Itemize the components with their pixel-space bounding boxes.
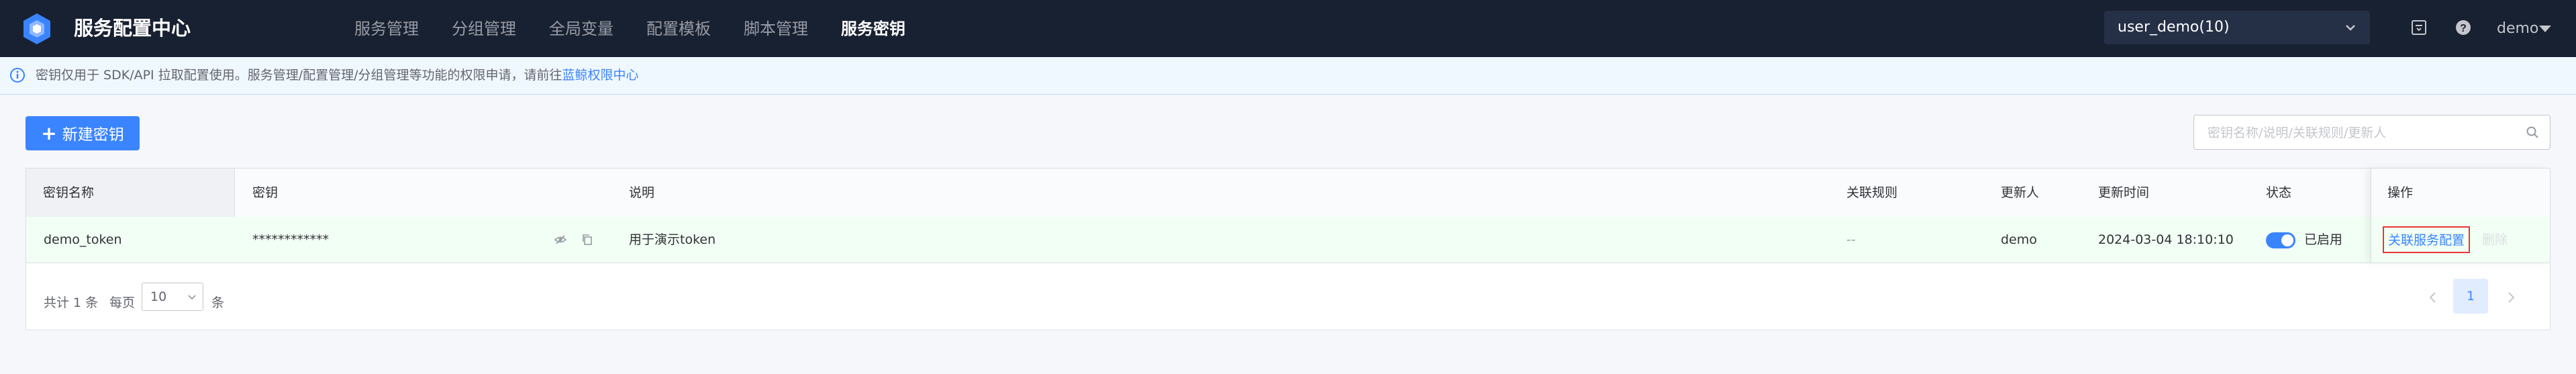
nav-item-service-keys[interactable]: 服务密钥 [841, 16, 905, 42]
column-header-rules: 关联规则 [1846, 185, 1898, 200]
actions-column: 操作 [2371, 169, 2550, 263]
column-header-status: 状态 [2266, 185, 2292, 200]
chevron-down-icon [188, 295, 196, 300]
business-select[interactable]: user_demo(10) [2104, 11, 2370, 44]
nav-item-script-management[interactable]: 脚本管理 [744, 16, 808, 42]
page-size-select[interactable]: 10 [142, 283, 203, 311]
search-icon[interactable] [2526, 126, 2539, 139]
top-navigation-bar: 服务配置中心 服务管理 分组管理 全局变量 配置模板 脚本管理 服务密钥 use… [0, 0, 2576, 57]
svg-text:?: ? [2460, 23, 2467, 34]
page-size-value: 10 [150, 289, 167, 304]
notice-bar: 密钥仅用于 SDK/API 拉取配置使用。服务管理/配置管理/分组管理等功能的权… [0, 57, 2576, 95]
column-header-actions: 操作 [2387, 185, 2414, 200]
updated-at-cell: 2024-03-04 18:10:10 [2098, 232, 2234, 247]
key-name-cell: demo_token [44, 232, 122, 247]
column-divider[interactable] [234, 169, 235, 217]
plus-icon: + [41, 122, 57, 144]
business-select-value: user_demo(10) [2118, 19, 2230, 36]
nav-item-service-management[interactable]: 服务管理 [354, 16, 419, 42]
copy-icon[interactable] [581, 233, 594, 246]
table-row: demo_token ************ 用于演示token -- dem… [26, 217, 2550, 263]
info-icon [10, 68, 25, 83]
updater-cell: demo [2001, 232, 2037, 247]
chevron-left-icon[interactable] [2425, 289, 2441, 306]
description-cell: 用于演示token [629, 232, 716, 247]
column-header-key: 密钥 [252, 185, 279, 200]
app-logo-icon [23, 13, 50, 44]
create-key-label: 新建密钥 [62, 126, 124, 144]
caret-down-icon[interactable] [2539, 26, 2551, 32]
column-header-description: 说明 [629, 185, 655, 200]
rule-cell: -- [1846, 232, 1856, 247]
status-label: 已启用 [2304, 232, 2343, 247]
status-toggle[interactable] [2266, 232, 2295, 248]
column-header-key-name: 密钥名称 [43, 185, 95, 200]
table-header: 密钥名称 密钥 说明 关联规则 更新人 更新时间 状态 [26, 169, 2550, 218]
column-header-updated-at: 更新时间 [2098, 185, 2150, 200]
nav-item-group-management[interactable]: 分组管理 [452, 16, 516, 42]
service-keys-table: 密钥名称 密钥 说明 关联规则 更新人 更新时间 状态 demo_token *… [26, 168, 2550, 330]
create-key-button[interactable]: + 新建密钥 [26, 116, 140, 150]
pager-unit-label: 条 [211, 295, 225, 310]
chevron-down-icon [2346, 25, 2355, 31]
chevron-right-icon[interactable] [2503, 289, 2519, 306]
help-icon[interactable]: ? [2455, 19, 2472, 36]
app-title: 服务配置中心 [74, 17, 191, 40]
eye-off-icon[interactable] [554, 233, 567, 246]
search-input[interactable] [2206, 122, 2518, 144]
pager-per-page-label: 每页 [109, 295, 136, 310]
column-header-updater: 更新人 [2001, 185, 2040, 200]
pager-total: 共计 1 条 [44, 295, 99, 310]
nav-item-config-templates[interactable]: 配置模板 [646, 16, 711, 42]
nav-item-global-variables[interactable]: 全局变量 [549, 16, 613, 42]
permission-center-link[interactable]: 蓝鲸权限中心 [562, 68, 639, 83]
document-icon[interactable] [2410, 19, 2428, 36]
user-menu[interactable]: demo [2497, 16, 2538, 42]
pagination-page[interactable]: 1 [2453, 279, 2488, 314]
search-box[interactable] [2193, 115, 2550, 150]
key-secret-cell: ************ [252, 232, 329, 247]
notice-text: 密钥仅用于 SDK/API 拉取配置使用。服务管理/配置管理/分组管理等功能的权… [36, 68, 562, 83]
